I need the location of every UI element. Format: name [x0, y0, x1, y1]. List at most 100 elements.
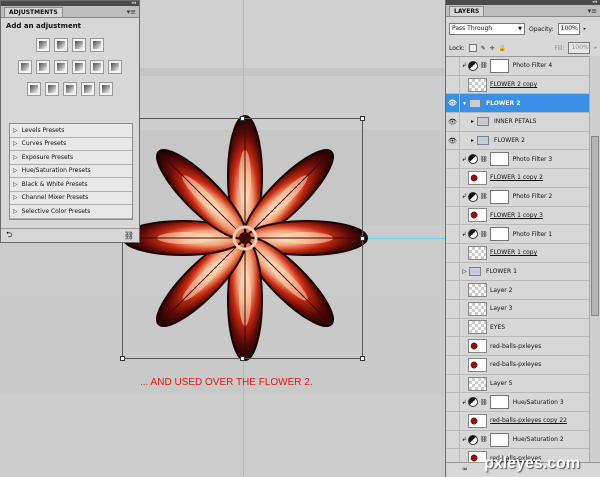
disclosure-closed-icon[interactable]: ▸: [468, 118, 477, 125]
layer-row[interactable]: red-balls-pxleyes copy 22: [446, 412, 589, 431]
transform-handle[interactable]: [240, 356, 245, 361]
layer-mask-thumbnail[interactable]: [489, 395, 509, 410]
layer-row[interactable]: Layer 5: [446, 374, 589, 394]
layer-row[interactable]: ↲ ⛓ Hue/Saturation 3: [446, 393, 589, 413]
visibility-eye-icon[interactable]: [446, 449, 460, 462]
visibility-eye-icon[interactable]: [446, 299, 460, 318]
layer-row[interactable]: Layer 3: [446, 299, 589, 319]
visibility-eye-icon[interactable]: 👁: [446, 131, 460, 150]
layer-mask-thumbnail[interactable]: [489, 152, 509, 167]
hue-saturation-icon[interactable]: [36, 60, 50, 74]
layer-row[interactable]: FLOWER 1 copy: [446, 243, 589, 263]
mask-link-icon[interactable]: ⛓: [480, 436, 488, 443]
vibrance-icon[interactable]: [18, 60, 32, 74]
threshold-icon[interactable]: [63, 82, 77, 96]
layer-mask-thumbnail[interactable]: [489, 58, 509, 73]
layer-mask-thumbnail[interactable]: [489, 227, 509, 242]
adjustment-layer-icon[interactable]: [468, 229, 478, 240]
visibility-eye-icon[interactable]: 👁: [446, 94, 460, 113]
visibility-eye-icon[interactable]: [446, 281, 460, 299]
gradient-map-icon[interactable]: [81, 82, 95, 96]
layer-thumbnail[interactable]: [468, 376, 487, 391]
levels-icon[interactable]: [54, 38, 68, 52]
layer-thumbnail[interactable]: [468, 357, 487, 372]
mask-link-icon[interactable]: ⛓: [480, 193, 488, 200]
color-balance-icon[interactable]: [54, 60, 68, 74]
preset-item[interactable]: ▷ Exposure Presets: [10, 151, 132, 165]
visibility-eye-icon[interactable]: [446, 206, 460, 225]
layer-thumbnail[interactable]: [468, 77, 487, 92]
visibility-eye-icon[interactable]: 👁: [446, 113, 460, 131]
mask-link-icon[interactable]: ⛓: [480, 62, 488, 69]
layer-thumbnail[interactable]: [468, 339, 487, 354]
expand-triangle-icon[interactable]: ▷: [13, 127, 18, 134]
visibility-eye-icon[interactable]: [446, 225, 460, 243]
black-white-icon[interactable]: [72, 60, 86, 74]
clip-icon[interactable]: ⛓: [124, 231, 134, 240]
transform-handle[interactable]: [360, 116, 365, 121]
layer-row[interactable]: red-balls-pxleyes: [446, 337, 589, 356]
layer-thumbnail[interactable]: [468, 245, 487, 260]
mask-link-icon[interactable]: ⛓: [480, 399, 488, 406]
transform-handle[interactable]: [240, 116, 245, 121]
layer-thumbnail[interactable]: [468, 413, 487, 428]
curves-icon[interactable]: [72, 38, 86, 52]
opacity-field[interactable]: 100%: [557, 23, 580, 35]
visibility-eye-icon[interactable]: [446, 75, 460, 94]
layer-row[interactable]: ↲ ⛓ Hue/Saturation 2: [446, 430, 589, 450]
lock-brush-icon[interactable]: ✎: [481, 45, 486, 52]
transform-bounding-box[interactable]: [120, 116, 365, 361]
panel-menu-icon[interactable]: ▾≡: [127, 7, 136, 17]
visibility-eye-icon[interactable]: [446, 318, 460, 337]
layer-mask-thumbnail[interactable]: [489, 189, 509, 204]
visibility-eye-icon[interactable]: [446, 430, 460, 449]
fill-field[interactable]: 100%: [568, 42, 591, 54]
disclosure-closed-icon[interactable]: ▸: [468, 137, 477, 144]
visibility-eye-icon[interactable]: [446, 262, 460, 281]
expand-triangle-icon[interactable]: ▷: [13, 154, 18, 161]
photo-filter-icon[interactable]: [90, 60, 104, 74]
layer-row[interactable]: 👁 ▾ FLOWER 2: [446, 94, 589, 114]
visibility-eye-icon[interactable]: [446, 356, 460, 374]
preset-item[interactable]: ▷ Black & White Presets: [10, 178, 132, 192]
lock-position-icon[interactable]: ✛: [490, 45, 495, 52]
preset-item[interactable]: ▷ Selective Color Presets: [10, 205, 132, 219]
transform-handle[interactable]: [120, 356, 125, 361]
lock-transparent-icon[interactable]: [468, 44, 477, 52]
tab-layers[interactable]: LAYERS: [449, 6, 485, 16]
link-layers-icon[interactable]: ∞: [462, 465, 468, 473]
preset-item[interactable]: ▷ Hue/Saturation Presets: [10, 165, 132, 178]
preset-item[interactable]: ▷ Channel Mixer Presets: [10, 192, 132, 205]
layer-thumbnail[interactable]: [468, 320, 487, 335]
disclosure-closed-icon[interactable]: ▷: [460, 268, 469, 275]
layers-scrollbar[interactable]: [589, 56, 600, 462]
exposure-icon[interactable]: [90, 38, 104, 52]
return-icon[interactable]: ⮌: [6, 229, 12, 243]
adjustment-layer-icon[interactable]: [468, 191, 478, 202]
layer-row[interactable]: EYES: [446, 318, 589, 338]
preset-item[interactable]: ▷ Levels Presets: [10, 124, 132, 138]
invert-icon[interactable]: [27, 82, 41, 96]
preset-item[interactable]: ▷ Curves Presets: [10, 138, 132, 151]
layer-row[interactable]: Layer 2: [446, 281, 589, 300]
layer-row[interactable]: ▷ FLOWER 1: [446, 262, 589, 282]
mask-link-icon[interactable]: ⛓: [480, 231, 488, 238]
visibility-eye-icon[interactable]: [446, 169, 460, 187]
expand-triangle-icon[interactable]: ▷: [13, 140, 18, 147]
blend-mode-select[interactable]: Pass Through ▼: [449, 23, 525, 35]
fill-slider-icon[interactable]: ▸: [594, 45, 597, 51]
layer-row[interactable]: ↲ ⛓ Photo Filter 4: [446, 57, 589, 76]
expand-triangle-icon[interactable]: ▷: [13, 181, 18, 188]
layer-row[interactable]: ↲ ⛓ Photo Filter 2: [446, 187, 589, 207]
brightness-contrast-icon[interactable]: [36, 38, 50, 52]
layer-row[interactable]: FLOWER 2 copy: [446, 75, 589, 95]
visibility-eye-icon[interactable]: [446, 393, 460, 412]
mask-link-icon[interactable]: ⛓: [480, 156, 488, 163]
collapse-icon[interactable]: ◂◂: [592, 0, 597, 5]
layer-row[interactable]: 👁 ▸ INNER PETALS: [446, 113, 589, 132]
layer-thumbnail[interactable]: [468, 283, 487, 298]
layer-thumbnail[interactable]: [468, 301, 487, 316]
tab-adjustments[interactable]: ADJUSTMENTS: [4, 7, 63, 17]
lock-all-icon[interactable]: 🔒: [499, 45, 506, 52]
layer-row[interactable]: ↲ ⛓ Photo Filter 1: [446, 225, 589, 244]
